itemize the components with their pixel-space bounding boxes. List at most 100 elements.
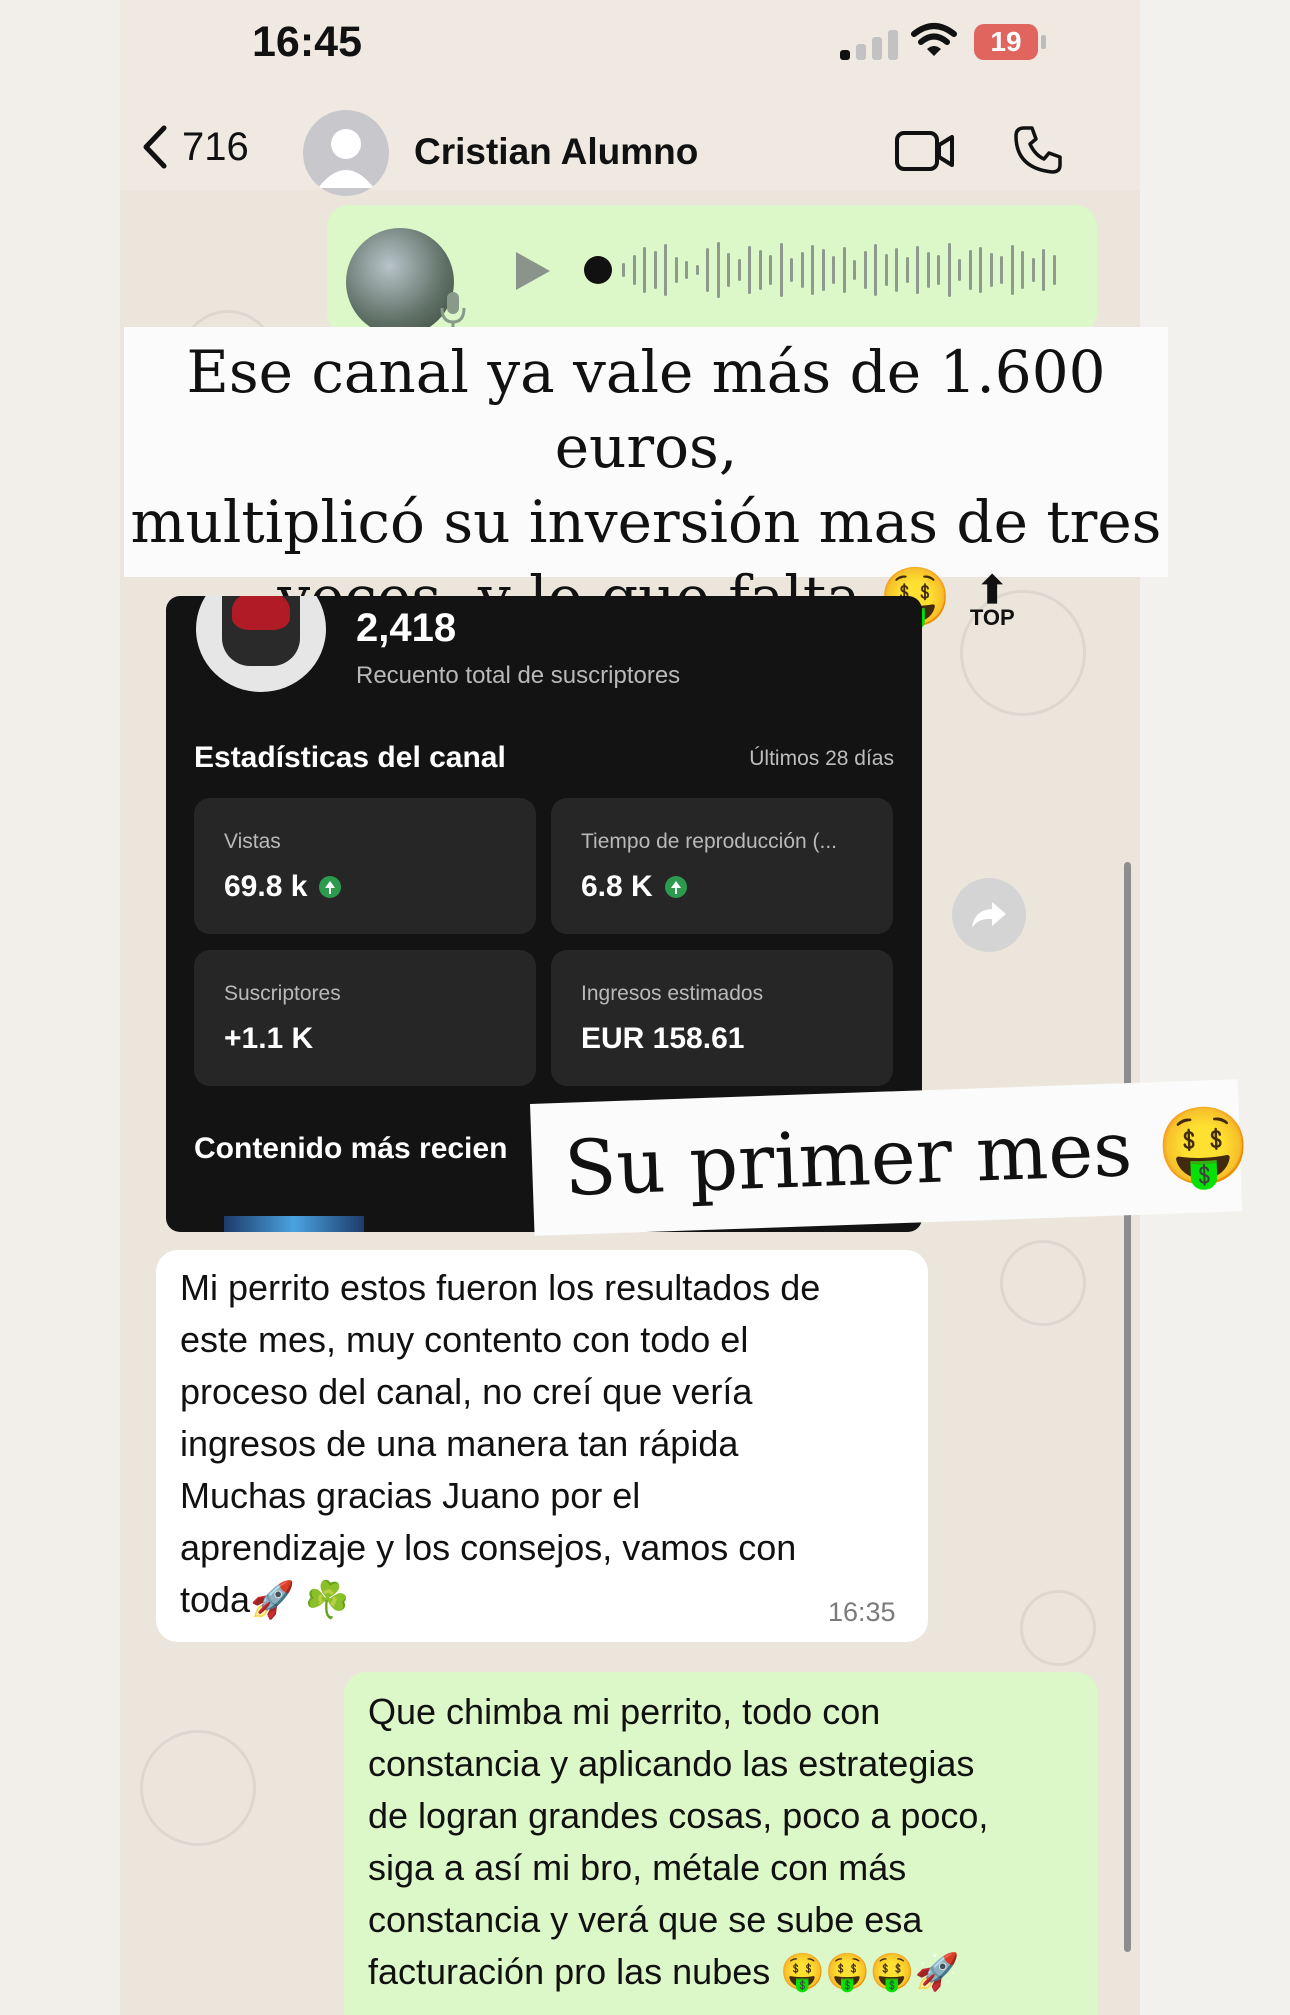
message-timestamp: 16:35 [828, 1597, 896, 1627]
message-line: Muchas gracias Juano por el [180, 1475, 641, 1516]
incoming-message-text: Mi perrito estos fueron los resultados d… [180, 1262, 920, 1626]
waveform-bar [685, 261, 688, 279]
waveform-bar [632, 255, 636, 285]
waveform-bar [1010, 245, 1014, 295]
status-time: 16:45 [252, 18, 362, 66]
waveform-bar [800, 252, 804, 288]
waveform-bar [1042, 249, 1045, 291]
battery-cap [1041, 35, 1046, 49]
chat-screen: 16:45 19 716 Cristian Alumno Ese canal y… [0, 0, 1290, 2015]
waveform-bar [1021, 251, 1024, 289]
message-line: aprendizaje y los consejos, vamos con [180, 1527, 797, 1568]
waveform-bar [905, 257, 909, 283]
waveform-bar [979, 247, 982, 293]
up-arrow-icon: ⬆ [976, 569, 1009, 612]
waveform-bar [853, 260, 856, 280]
video-thumbnail [224, 1216, 364, 1232]
waveform-bar [664, 244, 667, 296]
trend-up-icon [664, 876, 687, 898]
caption-line: Ese canal ya vale más de 1.600 euros, [186, 338, 1106, 481]
back-button[interactable]: 716 [140, 124, 249, 170]
stat-value: 6.8 K [581, 870, 687, 904]
message-line: constancia y verá que se sube esa [368, 1899, 923, 1940]
stat-card-views: Vistas 69.8 k [194, 798, 536, 934]
waveform-bar [1031, 258, 1035, 282]
stat-label: Vistas [224, 830, 281, 853]
heart-logo-icon [232, 596, 290, 630]
cellular-signal-icon [840, 26, 902, 60]
waveform-bar [989, 253, 993, 287]
scrollbar[interactable] [1124, 862, 1131, 1952]
waveform-bar [916, 246, 919, 294]
waveform-bar [937, 255, 940, 285]
waveform-bar [706, 248, 709, 292]
person-icon [318, 129, 374, 188]
message-line: toda🚀 ☘️ [180, 1579, 350, 1620]
stat-label: Suscriptores [224, 982, 341, 1005]
stat-card-revenue: Ingresos estimados EUR 158.61 [551, 950, 893, 1086]
stats-period: Últimos 28 días [749, 747, 894, 770]
outgoing-message-text: Que chimba mi perrito, todo con constanc… [368, 1686, 1088, 1998]
wifi-icon [911, 23, 957, 56]
play-icon[interactable] [512, 250, 552, 292]
waveform-bar [748, 246, 751, 294]
message-line: siga a así mi bro, métale con más [368, 1847, 907, 1888]
trend-up-icon [319, 876, 342, 898]
waveform-bar [737, 259, 741, 281]
message-line: ingresos de una manera tan rápida [180, 1423, 739, 1464]
video-camera-icon[interactable] [894, 128, 956, 174]
waveform-bar [926, 252, 930, 288]
waveform-bar [811, 245, 814, 295]
waveform-bar [832, 256, 835, 284]
stat-value-text: 69.8 k [224, 870, 308, 903]
left-margin [0, 0, 120, 2015]
message-line: Que chimba mi perrito, todo con [368, 1691, 881, 1732]
waveform-bar [884, 254, 888, 286]
stat-label: Ingresos estimados [581, 982, 764, 1005]
waveform-bar [716, 242, 720, 298]
waveform-bar [958, 259, 961, 281]
message-line: este mes, muy contento con todo el [180, 1319, 749, 1360]
right-margin [1140, 0, 1290, 2015]
waveform-bar [779, 243, 783, 297]
stat-card-watch-time: Tiempo de reproducción (... 6.8 K [551, 798, 893, 934]
stat-value: +1.1 K [224, 1022, 314, 1055]
overlay-caption-middle: Su primer mes 🤑 [530, 1079, 1252, 1236]
waveform-bar [895, 248, 898, 292]
waveform-bar [758, 250, 762, 290]
waveform-bar [821, 249, 825, 291]
unread-count: 716 [182, 124, 249, 169]
stat-label: Tiempo de reproducción (... [581, 830, 838, 853]
waveform-bar [1000, 256, 1003, 284]
waveform-bar [968, 250, 972, 290]
subscriber-count-label: Recuento total de suscriptores [356, 662, 681, 689]
message-line: proceso del canal, no creí que vería [180, 1371, 753, 1412]
waveform-bar [622, 263, 625, 277]
forward-button[interactable] [952, 878, 1026, 952]
message-line: de logran grandes cosas, poco a poco, [368, 1795, 989, 1836]
stat-value: EUR 158.61 [581, 1022, 745, 1055]
recent-content-title: Contenido más recien [194, 1132, 508, 1165]
waveform-bar [653, 251, 657, 289]
waveform-bar [863, 251, 867, 289]
waveform-bar [674, 257, 678, 283]
contact-avatar[interactable] [303, 110, 389, 196]
top-label: TOP [969, 604, 1015, 630]
message-line: constancia y aplicando las estrategias [368, 1743, 975, 1784]
waveform-bar [842, 247, 846, 293]
waveform-bar [769, 255, 772, 285]
waveform-bar [874, 244, 877, 296]
waveform-bar [1052, 255, 1056, 285]
message-line: facturación pro las nubes 🤑🤑🤑🚀 [368, 1951, 960, 1992]
waveform-bar [727, 253, 730, 287]
waveform-bar [643, 247, 646, 293]
caption-line: multiplicó su inversión mas de tres [130, 488, 1162, 556]
waveform-bar [790, 258, 793, 282]
phone-icon[interactable] [1012, 124, 1064, 176]
chevron-left-icon [143, 125, 167, 169]
stats-title: Estadísticas del canal [194, 741, 506, 774]
stat-card-subscribers: Suscriptores +1.1 K [194, 950, 536, 1086]
waveform-bar [695, 265, 699, 275]
audio-waveform[interactable] [582, 240, 1062, 300]
contact-name[interactable]: Cristian Alumno [414, 131, 698, 173]
